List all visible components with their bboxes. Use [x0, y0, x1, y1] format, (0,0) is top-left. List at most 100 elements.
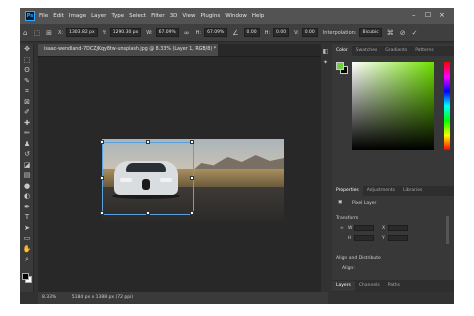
pixel-layer-label: Pixel Layer	[352, 201, 377, 206]
menu-select[interactable]: Select	[129, 13, 146, 19]
path-select-icon[interactable]: ➤	[20, 223, 34, 234]
v-skew-field[interactable]: 0.00	[301, 28, 318, 37]
zoom-level[interactable]: 8.33%	[42, 295, 56, 300]
tab-gradients[interactable]: Gradients	[381, 46, 411, 56]
menu-file[interactable]: File	[39, 13, 48, 19]
layers-panel-tabs: Layers Channels Paths	[332, 280, 454, 292]
quick-select-icon[interactable]: ✎	[20, 76, 34, 87]
frame-icon[interactable]: ⊠	[20, 97, 34, 108]
commit-icon[interactable]: ✓	[412, 29, 418, 37]
menu-edit[interactable]: Edit	[53, 13, 64, 19]
tab-color[interactable]: Color	[332, 46, 352, 56]
tab-swatches[interactable]: Swatches	[352, 46, 382, 56]
document-tab[interactable]: isaac-wendland-7DCZjKqy8tw-unsplash.jpg …	[38, 44, 218, 56]
history-panel-icon[interactable]: ◧	[321, 48, 330, 55]
tab-layers[interactable]: Layers	[332, 281, 355, 291]
transform-handle-top[interactable]	[146, 140, 150, 144]
brush-settings-icon[interactable]: ✦	[321, 59, 330, 66]
menu-image[interactable]: Image	[69, 13, 86, 19]
y-field[interactable]: 1290.30 px	[109, 28, 142, 37]
hand-icon[interactable]: ✋	[20, 244, 34, 255]
height-field[interactable]: 67.09%	[204, 28, 228, 37]
hue-slider[interactable]	[444, 62, 450, 150]
blur-icon[interactable]: ●	[20, 181, 34, 192]
v-skew-label: V:	[294, 29, 299, 36]
interpolation-select[interactable]: Bicubic	[359, 28, 382, 37]
move-icon[interactable]: ✥	[20, 44, 34, 55]
h-skew-label: H:	[264, 29, 271, 36]
color-panel-tabs: Color Swatches Gradients Patterns	[332, 46, 454, 56]
transform-handle-right[interactable]	[190, 176, 194, 180]
tab-libraries[interactable]: Libraries	[399, 186, 426, 196]
menu-help[interactable]: Help	[252, 13, 265, 19]
reference-point-icon[interactable]: ⊞	[46, 29, 52, 37]
transform-handle-left[interactable]	[100, 176, 104, 180]
x-label: X:	[57, 29, 64, 36]
tab-adjustments[interactable]: Adjustments	[363, 186, 399, 196]
w-label: W:	[146, 29, 153, 36]
link-icon[interactable]: ∞	[184, 29, 190, 37]
link-proportions-icon[interactable]: ∞	[340, 226, 344, 231]
color-picker-field[interactable]	[352, 62, 434, 150]
width-field[interactable]: 67.09%	[155, 28, 179, 37]
shape-icon[interactable]: ▭	[20, 233, 34, 244]
document-canvas-area[interactable]: isaac-wendland-7DCZjKqy8tw-unsplash.jpg …	[38, 44, 328, 292]
menu-view[interactable]: View	[182, 13, 195, 19]
cancel-icon[interactable]: ⊘	[400, 29, 406, 37]
transform-h-field[interactable]	[354, 235, 374, 241]
foreground-color-swatch[interactable]	[22, 273, 29, 280]
angle-field[interactable]: 0.00	[243, 28, 260, 37]
transform-w-field[interactable]	[354, 225, 374, 231]
tab-divider	[38, 56, 328, 57]
home-icon[interactable]: ⌂	[23, 29, 27, 37]
align-label: Align:	[342, 266, 355, 271]
align-section-title[interactable]: Align and Distribute	[336, 256, 381, 261]
transform-x-field[interactable]	[388, 225, 408, 231]
properties-scrollbar[interactable]	[446, 216, 449, 244]
transform-y-field[interactable]	[388, 235, 408, 241]
transform-tool-icon[interactable]: ⬚	[33, 29, 40, 37]
x-field[interactable]: 1303.82 px	[66, 28, 98, 37]
menu-3d[interactable]: 3D	[170, 13, 178, 19]
menu-bar: Ps File Edit Image Layer Type Select Fil…	[20, 8, 454, 24]
maximize-button[interactable]: ☐	[425, 11, 431, 19]
w-label: W	[348, 226, 353, 231]
transform-section-title[interactable]: Transform	[336, 216, 358, 221]
eraser-icon[interactable]: ◪	[20, 160, 34, 171]
menu-window[interactable]: Window	[225, 13, 247, 19]
healing-icon[interactable]: ✚	[20, 118, 34, 129]
tab-channels[interactable]: Channels	[355, 281, 384, 291]
menu-plugins[interactable]: Plugins	[200, 13, 220, 19]
panel-foreground-swatch[interactable]	[336, 62, 344, 70]
transform-handle-top-left[interactable]	[100, 140, 104, 144]
transform-bounding-box[interactable]	[100, 140, 194, 215]
stamp-icon[interactable]: ♟	[20, 139, 34, 150]
tab-paths[interactable]: Paths	[384, 281, 404, 291]
eyedropper-icon[interactable]: ✐	[20, 107, 34, 118]
pen-icon[interactable]: ✒	[20, 202, 34, 213]
zoom-icon[interactable]: ⌕	[20, 254, 34, 265]
transform-handle-top-right[interactable]	[190, 140, 194, 144]
type-icon[interactable]: T	[20, 212, 34, 223]
tab-properties[interactable]: Properties	[332, 186, 363, 196]
transform-handle-bottom-left[interactable]	[100, 211, 104, 215]
tab-patterns[interactable]: Patterns	[411, 46, 438, 56]
h-label: H	[348, 236, 352, 241]
close-button[interactable]: ×	[439, 11, 445, 19]
marquee-icon[interactable]: ⬚	[20, 55, 34, 66]
minimize-button[interactable]: –	[412, 11, 416, 19]
angle-icon: ∠	[232, 28, 239, 37]
transform-handle-bottom-right[interactable]	[190, 211, 194, 215]
warp-icon[interactable]: ⌘	[387, 29, 394, 37]
menu-filter[interactable]: Filter	[151, 13, 165, 19]
gradient-icon[interactable]: ▤	[20, 170, 34, 181]
h-skew-field[interactable]: 0.00	[273, 28, 290, 37]
transform-handle-bottom[interactable]	[146, 211, 150, 215]
dodge-icon[interactable]: ◐	[20, 191, 34, 202]
brush-icon[interactable]: ✏	[20, 128, 34, 139]
crop-icon[interactable]: ⌗	[20, 86, 34, 97]
menu-layer[interactable]: Layer	[91, 13, 106, 19]
lasso-icon[interactable]: ʘ	[20, 65, 34, 76]
menu-type[interactable]: Type	[111, 13, 124, 19]
history-brush-icon[interactable]: ↺	[20, 149, 34, 160]
